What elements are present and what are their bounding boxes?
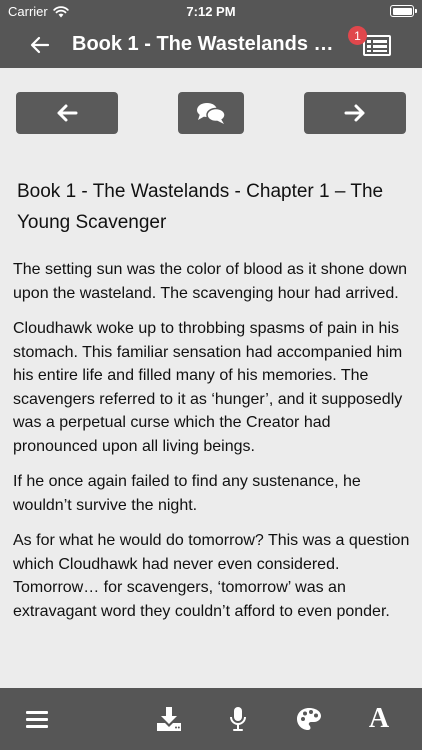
font-icon: A	[368, 703, 390, 734]
paragraph: If he once again failed to find any sust…	[13, 473, 361, 514]
read-aloud-button[interactable]	[213, 688, 263, 750]
palette-icon	[297, 708, 321, 730]
chapter-content[interactable]: Book 1 - The Wastelands - Chapter 1 – Th…	[0, 162, 422, 688]
arrow-right-icon	[344, 104, 365, 122]
nav-title: Book 1 - The Wastelands - Chapter 1 – Th…	[72, 33, 334, 55]
back-arrow-icon	[30, 36, 50, 54]
paragraph: As for what he would do tomorrow? This w…	[13, 532, 410, 620]
menu-button[interactable]	[12, 688, 62, 750]
notification-badge: 1	[348, 26, 367, 45]
menu-icon	[26, 711, 48, 728]
font-settings-button[interactable]: A	[354, 688, 404, 750]
download-icon	[157, 707, 181, 731]
chapter-title: Book 1 - The Wastelands - Chapter 1 – Th…	[17, 181, 384, 233]
battery-icon	[390, 5, 417, 17]
download-button[interactable]	[144, 688, 194, 750]
previous-chapter-button[interactable]	[16, 92, 118, 134]
chapter-navigation	[0, 68, 422, 162]
navigation-bar: Book 1 - The Wastelands - Chapter 1 – Th…	[0, 22, 422, 68]
paragraph: The setting sun was the color of blood a…	[13, 261, 408, 302]
status-time: 7:12 PM	[186, 4, 236, 19]
status-bar: Carrier 7:12 PM	[0, 0, 422, 22]
arrow-left-icon	[57, 104, 78, 122]
paragraph: Cloudhawk woke up to throbbing spasms of…	[13, 320, 403, 455]
microphone-icon	[230, 707, 246, 731]
notes-button[interactable]: 1	[348, 26, 392, 58]
comments-icon	[197, 103, 226, 124]
back-button[interactable]	[26, 31, 54, 59]
bottom-toolbar: A	[0, 688, 422, 750]
theme-button[interactable]	[284, 688, 334, 750]
comments-button[interactable]	[178, 92, 244, 134]
next-chapter-button[interactable]	[304, 92, 406, 134]
